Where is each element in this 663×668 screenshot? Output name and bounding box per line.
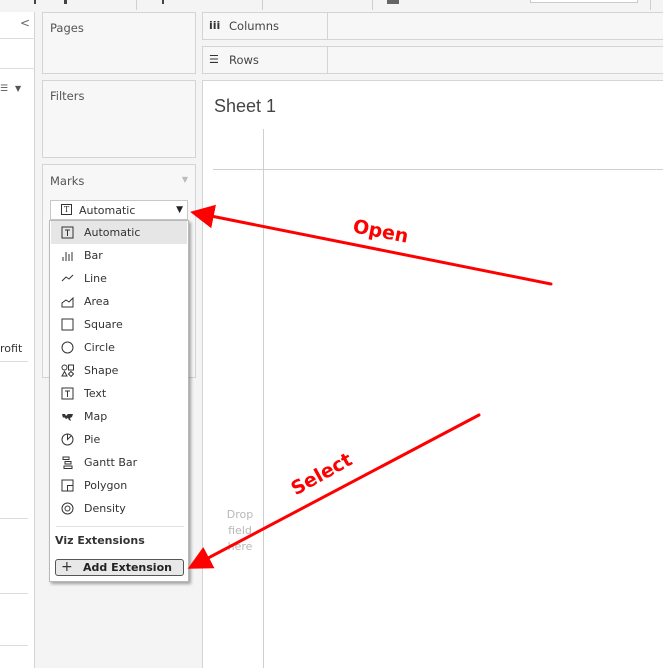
sheet-title[interactable]: Sheet 1	[214, 96, 276, 117]
mark-type-dropdown: Automatic Bar Line Area Square Circle Sh…	[49, 220, 189, 582]
bar-icon	[60, 249, 74, 262]
square-icon	[60, 318, 74, 331]
mark-type-option-map[interactable]: Map	[51, 405, 187, 428]
columns-shelf[interactable]: iii Columns	[202, 12, 663, 40]
mark-type-option-text[interactable]: Text	[51, 382, 187, 405]
plus-icon: +	[61, 559, 73, 575]
chevron-down-icon[interactable]: ▼	[15, 84, 21, 93]
rows-shelf[interactable]: ☰ Rows	[202, 46, 663, 74]
option-label: Automatic	[84, 226, 141, 239]
filters-shelf[interactable]: Filters	[42, 80, 196, 158]
marks-title: Marks	[50, 174, 85, 188]
sheet-canvas[interactable]: Sheet 1 Drop field here	[202, 80, 663, 668]
toolbar-separator	[262, 0, 263, 10]
divider	[0, 361, 28, 362]
option-label: Line	[84, 272, 107, 285]
text-box-icon	[60, 387, 74, 400]
area-icon	[60, 295, 74, 308]
filters-title: Filters	[50, 89, 85, 103]
toolbar-separator	[136, 0, 137, 10]
field-profit[interactable]: rofit	[0, 342, 22, 355]
option-label: Bar	[84, 249, 103, 262]
toolbar-dropdown[interactable]	[530, 0, 638, 3]
line-icon	[60, 272, 74, 285]
option-label: Square	[84, 318, 123, 331]
rows-icon: ☰	[209, 53, 219, 66]
mark-type-option-automatic[interactable]: Automatic	[51, 221, 187, 244]
mark-type-option-pie[interactable]: Pie	[51, 428, 187, 451]
option-label: Polygon	[84, 479, 128, 492]
text-box-icon: T	[61, 204, 72, 215]
list-view-icon[interactable]: ☰	[0, 84, 8, 94]
gantt-bar-icon	[60, 456, 74, 469]
mark-type-value: Automatic	[79, 204, 136, 217]
drop-field-hint[interactable]: Drop field here	[222, 507, 258, 555]
marks-menu-icon[interactable]: ▼	[182, 175, 188, 184]
divider	[327, 13, 328, 39]
toolbar-icon[interactable]	[64, 0, 67, 4]
add-extension-button[interactable]: + Add Extension	[55, 559, 184, 576]
viz-extensions-heading: Viz Extensions	[55, 534, 145, 547]
columns-icon: iii	[209, 19, 221, 32]
divider	[56, 526, 184, 527]
option-label: Density	[84, 502, 126, 515]
option-label: Gantt Bar	[84, 456, 138, 469]
option-label: Circle	[84, 341, 115, 354]
toolbar	[0, 0, 663, 12]
add-extension-label: Add Extension	[83, 561, 172, 574]
option-label: Area	[84, 295, 110, 308]
map-icon	[60, 410, 74, 423]
toolbar-separator	[372, 0, 373, 10]
option-label: Shape	[84, 364, 119, 377]
pages-title: Pages	[50, 21, 84, 35]
toolbar-icon[interactable]	[162, 0, 164, 4]
option-label: Text	[84, 387, 107, 400]
mark-type-option-bar[interactable]: Bar	[51, 244, 187, 267]
shape-icon	[60, 364, 74, 378]
toolbar-separator	[650, 0, 651, 10]
pages-shelf[interactable]: Pages	[42, 12, 196, 74]
mark-type-option-square[interactable]: Square	[51, 313, 187, 336]
mark-type-option-line[interactable]: Line	[51, 267, 187, 290]
mark-type-option-shape[interactable]: Shape	[51, 359, 187, 382]
pie-icon	[60, 433, 74, 446]
chevron-down-icon[interactable]: ▼	[176, 205, 183, 215]
mark-type-option-polygon[interactable]: Polygon	[51, 474, 187, 497]
axis-line-horizontal	[213, 169, 663, 170]
toolbar-icon[interactable]	[34, 0, 36, 4]
collapse-pane-button[interactable]: <	[20, 16, 30, 30]
mark-type-option-circle[interactable]: Circle	[51, 336, 187, 359]
divider	[0, 645, 28, 646]
rows-label: Rows	[229, 53, 259, 67]
mark-type-option-gantt-bar[interactable]: Gantt Bar	[51, 451, 187, 474]
divider	[0, 593, 28, 594]
text-box-icon	[60, 226, 74, 239]
polygon-icon	[60, 479, 74, 492]
mark-type-option-density[interactable]: Density	[51, 497, 187, 520]
divider	[0, 518, 28, 519]
mark-type-option-area[interactable]: Area	[51, 290, 187, 313]
divider	[327, 47, 328, 73]
option-label: Map	[84, 410, 108, 423]
density-icon	[60, 502, 74, 515]
columns-label: Columns	[229, 19, 280, 33]
axis-line-vertical	[263, 129, 264, 668]
circle-icon	[60, 341, 74, 354]
data-pane: < ☰ ▼ rofit	[0, 12, 35, 668]
divider	[0, 38, 35, 39]
divider	[0, 68, 35, 69]
mark-type-select[interactable]: T Automatic ▼	[50, 200, 188, 220]
option-label: Pie	[84, 433, 101, 446]
toolbar-icon[interactable]	[387, 0, 399, 4]
tableau-workspace: < ☰ ▼ rofit Pages Filters Marks ▼ T Auto…	[0, 0, 663, 668]
